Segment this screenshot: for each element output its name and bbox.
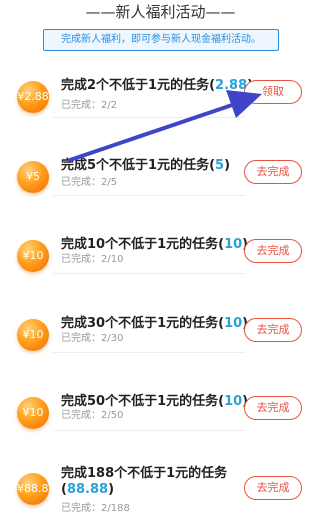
annotation-arrow-icon: [68, 90, 262, 162]
